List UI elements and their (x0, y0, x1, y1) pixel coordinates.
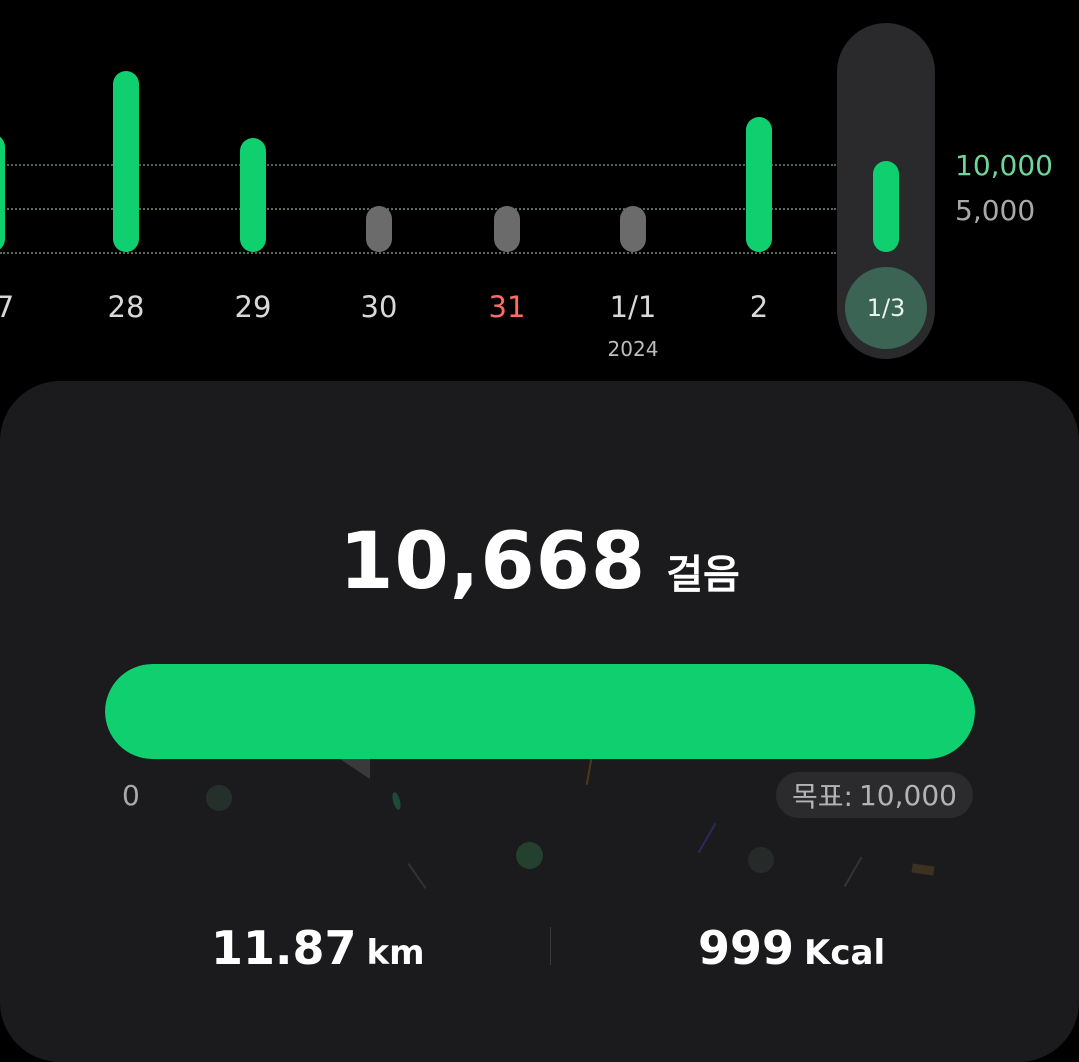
step-goal-progress-bar (105, 664, 975, 759)
confetti-streak (697, 822, 717, 854)
confetti-streak (585, 759, 593, 785)
day-label-28[interactable]: 28 (76, 290, 176, 324)
confetti-triangle (340, 759, 370, 779)
bar-27[interactable] (0, 134, 5, 252)
day-label-30[interactable]: 30 (329, 290, 429, 324)
daily-steps-chart[interactable]: 7 28 29 30 31 1/1 2024 2 1/3 10,000 5,00… (0, 0, 1079, 380)
confetti-dot (516, 842, 543, 869)
calories-unit: Kcal (804, 933, 886, 973)
bar-1-1[interactable] (620, 206, 646, 252)
distance-stat: 11.87 km (211, 921, 425, 975)
step-goal-progress-fill (105, 664, 975, 759)
selected-day-badge[interactable]: 1/3 (845, 267, 927, 349)
day-label-31[interactable]: 31 (457, 290, 557, 324)
confetti-dot (206, 785, 232, 811)
distance-value: 11.87 (211, 921, 357, 975)
baseline-gridline (0, 252, 836, 254)
bar-29[interactable] (240, 138, 266, 252)
distance-unit: km (366, 933, 425, 973)
progress-min-label: 0 (122, 779, 140, 812)
goal-value: 10,000 (858, 778, 957, 812)
bar-28[interactable] (113, 71, 139, 252)
confetti-streak (843, 856, 863, 888)
steps-total: 10,668 걸음 (0, 517, 1079, 607)
confetti-strip (911, 863, 935, 876)
bar-2[interactable] (746, 116, 772, 252)
steps-unit: 걸음 (666, 552, 740, 598)
calories-value: 999 (698, 921, 795, 975)
day-label-29[interactable]: 29 (203, 290, 303, 324)
stat-divider (550, 927, 551, 965)
calories-stat: 999 Kcal (698, 921, 885, 975)
daily-summary-card: 10,668 걸음 0 목표: 10,000 11.87 km 999 Kcal (0, 381, 1079, 1062)
goal-prefix: 목표: (792, 780, 853, 813)
year-label: 2024 (607, 337, 659, 361)
day-label-jan-1[interactable]: 1/1 (583, 290, 683, 324)
axis-label-goal: 10,000 (955, 149, 1053, 182)
bar-1-3[interactable] (873, 160, 899, 252)
confetti-streak (407, 863, 427, 889)
goal-chip[interactable]: 목표: 10,000 (776, 772, 973, 818)
day-label-2[interactable]: 2 (709, 290, 809, 324)
bar-31[interactable] (494, 206, 520, 252)
axis-label-half: 5,000 (955, 194, 1036, 227)
confetti-oval (390, 791, 403, 811)
bar-30[interactable] (366, 206, 392, 252)
day-label-27[interactable]: 7 (0, 290, 55, 324)
steps-value: 10,668 (339, 517, 647, 607)
confetti-dot (748, 847, 774, 873)
